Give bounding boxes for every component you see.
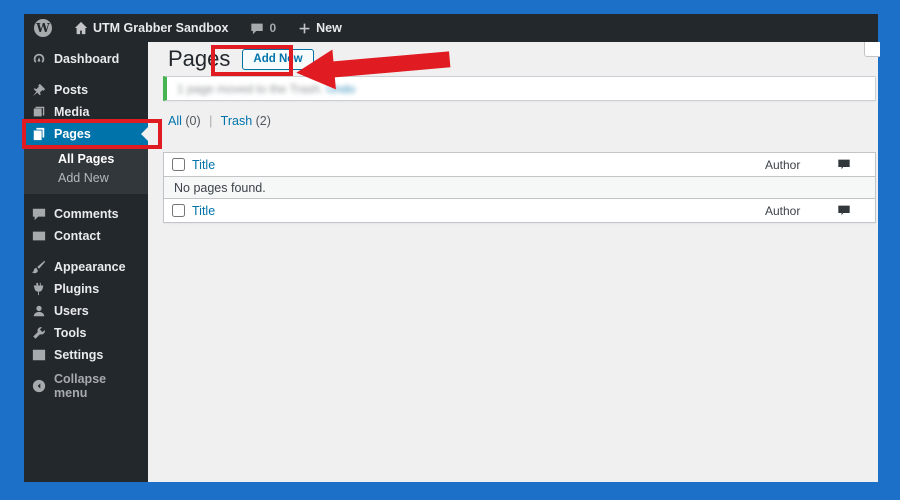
sidebar-item-users[interactable]: Users <box>24 300 148 322</box>
admin-notice: 1 page moved to the Trash. Undo <box>163 76 876 101</box>
admin-sidebar: Dashboard Posts Media Pages All Pages Ad… <box>22 42 162 482</box>
table-footer-row: Title Author <box>164 198 875 222</box>
table-header-row: Title Author <box>164 153 875 177</box>
filter-separator: | <box>209 114 213 128</box>
sidebar-item-label: Contact <box>54 229 101 243</box>
sidebar-item-label: Posts <box>54 83 89 97</box>
dashboard-icon <box>33 53 45 63</box>
filter-trash-link[interactable]: Trash <box>221 114 253 128</box>
comments-column-icon <box>838 205 850 216</box>
site-name-label: UTM Grabber Sandbox <box>93 21 229 35</box>
comments-column-icon <box>838 159 850 170</box>
wordpress-logo-icon[interactable]: W <box>34 19 52 37</box>
sidebar-item-label: Users <box>54 304 89 318</box>
sidebar-item-dashboard[interactable]: Dashboard <box>24 48 148 70</box>
sidebar-item-posts[interactable]: Posts <box>24 79 148 101</box>
sidebar-item-label: Plugins <box>54 282 100 296</box>
wordpress-admin-screen: W UTM Grabber Sandbox 0 New Dashboard Po… <box>22 14 880 482</box>
pushpin-icon <box>32 83 46 97</box>
author-column-footer: Author <box>765 203 801 218</box>
plugin-icon <box>33 282 44 296</box>
collapse-arrow-icon <box>32 379 46 393</box>
admin-bar-comments-count: 0 <box>269 21 277 35</box>
screenshot-frame: W UTM Grabber Sandbox 0 New Dashboard Po… <box>0 0 900 500</box>
no-pages-message: No pages found. <box>174 180 266 195</box>
comments-icon <box>32 208 46 221</box>
select-all-checkbox[interactable] <box>171 158 185 171</box>
add-new-button[interactable]: Add New <box>242 48 314 70</box>
pages-icon <box>33 127 45 141</box>
submenu-item-add-new[interactable]: Add New <box>24 169 148 188</box>
pages-list-table: Title Author No pages found. Title Autho… <box>163 152 876 223</box>
sidebar-item-label: Collapse menu <box>54 372 107 400</box>
select-all-checkbox-footer[interactable] <box>171 204 185 217</box>
sidebar-item-plugins[interactable]: Plugins <box>24 278 148 300</box>
page-title: Pages <box>168 46 231 71</box>
media-icon <box>33 106 45 117</box>
sidebar-collapse-menu[interactable]: Collapse menu <box>24 372 148 400</box>
empty-table-row: No pages found. <box>164 177 875 198</box>
filter-all-count: (0) <box>185 114 201 128</box>
sidebar-item-label: Settings <box>54 348 104 362</box>
sidebar-item-tools[interactable]: Tools <box>24 322 148 344</box>
filter-all-link[interactable]: All <box>168 114 182 128</box>
pages-submenu: All Pages Add New <box>24 145 148 194</box>
sidebar-item-label: Comments <box>54 207 119 221</box>
notice-text-blurred: 1 page moved to the Trash. Undo <box>177 81 356 96</box>
sidebar-item-pages[interactable]: Pages <box>22 119 162 149</box>
list-filter-links: All (0) | Trash (2) <box>168 114 271 128</box>
sidebar-item-label: Dashboard <box>54 52 120 66</box>
settings-icon <box>32 349 46 361</box>
sidebar-item-appearance[interactable]: Appearance <box>24 256 148 278</box>
undo-link[interactable]: Undo <box>326 82 355 96</box>
sidebar-item-media[interactable]: Media <box>24 101 148 123</box>
screen-options-tab[interactable] <box>864 42 880 57</box>
home-icon <box>74 21 88 35</box>
sidebar-item-comments[interactable]: Comments <box>24 203 148 225</box>
admin-bar-comments[interactable]: 0 <box>250 21 276 35</box>
main-content: Pages Add New 1 page moved to the Trash.… <box>148 42 880 482</box>
filter-trash-count: (2) <box>255 114 271 128</box>
user-icon <box>33 305 45 317</box>
submenu-item-all-pages[interactable]: All Pages <box>24 150 148 169</box>
paintbrush-icon <box>32 260 46 274</box>
admin-bar: W UTM Grabber Sandbox 0 New <box>24 14 878 42</box>
envelope-icon <box>32 231 46 241</box>
sidebar-item-label: Appearance <box>54 260 126 274</box>
sidebar-item-label: Pages <box>54 127 91 141</box>
sidebar-item-contact[interactable]: Contact <box>24 225 148 247</box>
current-menu-arrow <box>141 127 148 141</box>
title-column-footer[interactable]: Title <box>192 204 215 218</box>
plus-icon <box>299 23 310 33</box>
sidebar-item-settings[interactable]: Settings <box>24 344 148 366</box>
admin-bar-new-menu[interactable]: New <box>298 21 342 35</box>
wrench-icon <box>33 327 45 339</box>
comment-bubble-icon <box>251 23 264 34</box>
admin-bar-new-label: New <box>316 21 342 35</box>
title-column-header[interactable]: Title <box>192 158 215 172</box>
sidebar-item-label: Tools <box>54 326 87 340</box>
site-name-menu[interactable]: UTM Grabber Sandbox <box>74 21 228 35</box>
author-column-header: Author <box>765 157 801 172</box>
sidebar-item-label: Media <box>54 105 90 119</box>
